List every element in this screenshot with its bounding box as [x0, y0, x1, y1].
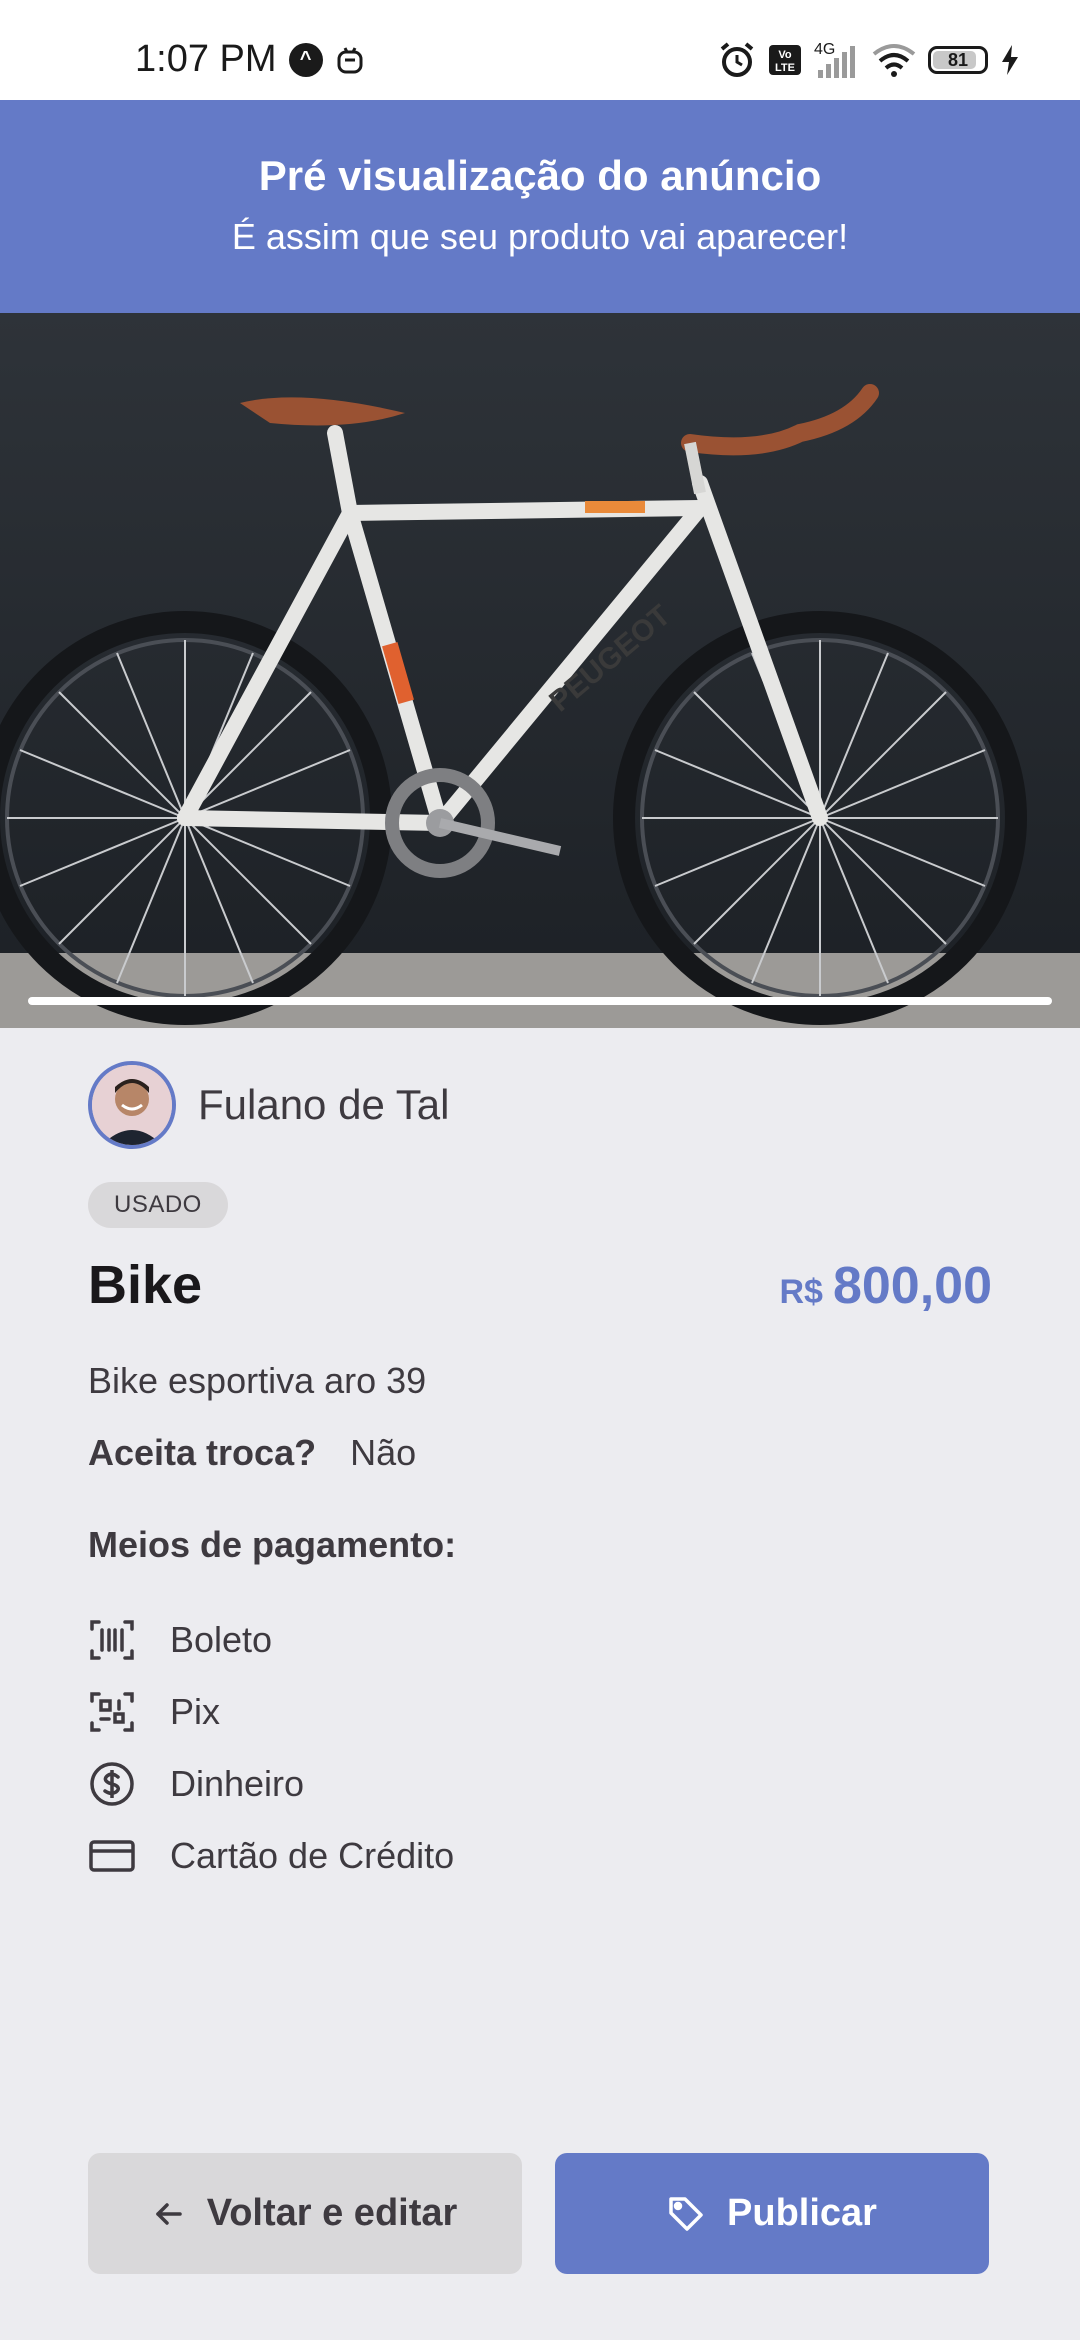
product-title: Bike — [88, 1255, 203, 1315]
price-currency: R$ — [779, 1273, 823, 1311]
qr-code-icon — [88, 1688, 136, 1736]
payment-method-label: Boleto — [170, 1619, 273, 1660]
svg-text:LTE: LTE — [775, 62, 795, 74]
money-icon — [88, 1760, 136, 1808]
price-value: 800,00 — [832, 1257, 992, 1315]
payment-methods-title: Meios de pagamento: — [88, 1524, 457, 1565]
payment-method-label: Cartão de Crédito — [170, 1835, 455, 1876]
title-price-row: Bike R$ 800,00 — [88, 1254, 992, 1316]
seller-info: Fulano de Tal — [88, 1060, 992, 1150]
robot-notification-icon — [337, 46, 363, 73]
product-description: Bike esportiva aro 39 — [88, 1360, 427, 1401]
charging-icon — [1002, 45, 1018, 75]
product-image: PEUGEOT — [0, 313, 1080, 1028]
product-details: Fulano de Tal USADO Bike R$ 800,00 Bike e… — [88, 1060, 992, 1892]
svg-text:4G: 4G — [814, 41, 835, 58]
signal-4g-icon: 4G — [814, 41, 855, 78]
back-edit-button[interactable]: Voltar e editar — [88, 2153, 522, 2274]
status-icons: Vo LTE 4G 81 — [718, 40, 1020, 80]
battery-icon: 81 — [928, 46, 988, 74]
trade-label: Aceita troca? — [88, 1432, 317, 1473]
trade-value: Não — [350, 1432, 417, 1473]
publish-button[interactable]: Publicar — [555, 2153, 989, 2274]
payment-method-dinheiro: Dinheiro — [88, 1748, 992, 1820]
avatar-image — [92, 1065, 172, 1145]
payment-methods-list: Boleto Pix Dinheiro Cartão de Crédito — [88, 1604, 992, 1892]
payment-method-boleto: Boleto — [88, 1604, 992, 1676]
avatar — [88, 1061, 176, 1149]
seller-name: Fulano de Tal — [198, 1081, 450, 1128]
payment-method-label: Pix — [170, 1691, 221, 1732]
wifi-icon — [872, 44, 916, 77]
page-subtitle: É assim que seu produto vai aparecer! — [231, 216, 849, 257]
barcode-icon — [88, 1616, 136, 1664]
payment-method-pix: Pix — [88, 1676, 992, 1748]
product-image-carousel[interactable]: PEUGEOT — [0, 313, 1080, 1028]
payment-method-label: Dinheiro — [170, 1763, 305, 1804]
status-bar: 1:07 PM ^ Vo LTE 4G 81 — [0, 0, 1080, 100]
condition-badge: USADO — [88, 1182, 228, 1228]
status-time-group: 1:07 PM ^ — [135, 38, 365, 81]
publish-label: Publicar — [727, 2192, 877, 2234]
credit-card-icon — [88, 1832, 136, 1880]
status-time: 1:07 PM — [135, 38, 277, 80]
page-title: Pré visualização do anúncio — [258, 152, 822, 199]
arrow-left-icon — [155, 2202, 182, 2225]
tag-icon — [669, 2196, 703, 2231]
app-notification-icon: ^ — [288, 42, 323, 77]
product-price: R$ 800,00 — [779, 1256, 992, 1316]
svg-text:Vo: Vo — [778, 49, 792, 61]
volte-icon: Vo LTE — [769, 45, 801, 75]
back-edit-label: Voltar e editar — [206, 2192, 458, 2234]
payment-method-cartao: Cartão de Crédito — [88, 1820, 992, 1892]
trade-row: Aceita troca? Não — [88, 1432, 992, 1474]
carousel-indicator — [28, 997, 1052, 1005]
preview-header: Pré visualização do anúncio É assim que … — [0, 100, 1080, 313]
alarm-icon — [720, 42, 754, 77]
